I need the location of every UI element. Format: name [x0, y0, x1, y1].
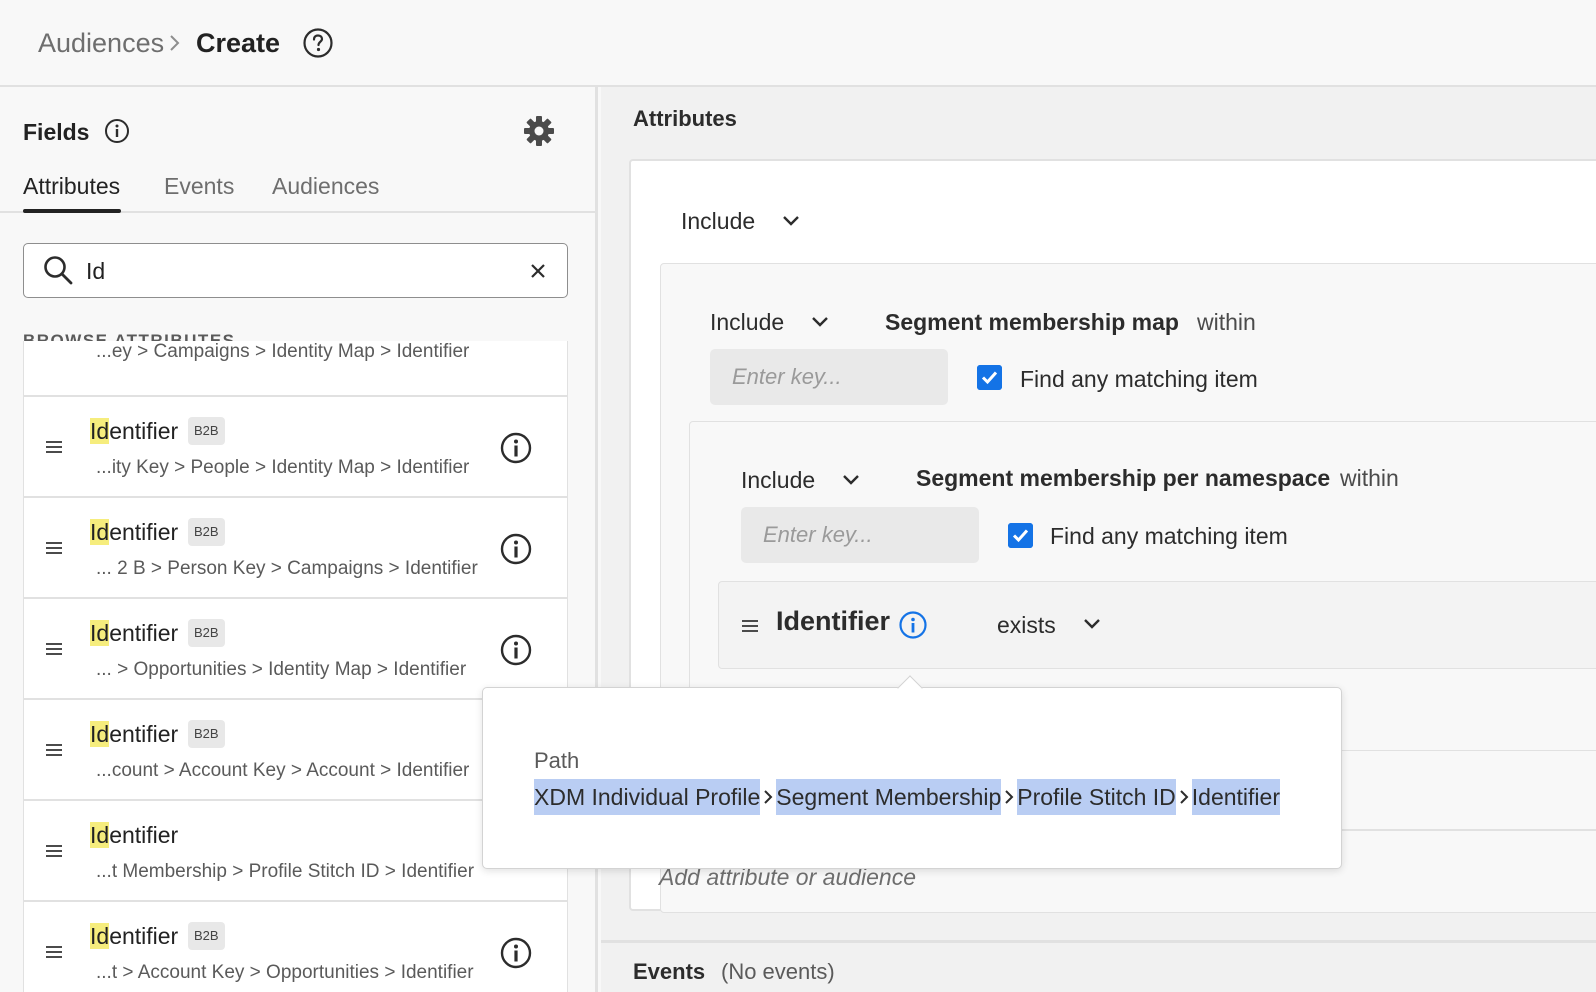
drag-handle-icon[interactable] — [44, 642, 64, 656]
path-segment: Profile Stitch ID — [1017, 779, 1176, 815]
list-item[interactable]: Identifier B2B ... 2 B > Person Key > Ca… — [23, 497, 568, 598]
condition-field-name: Identifier — [776, 606, 891, 636]
clear-icon[interactable] — [527, 260, 549, 282]
b2b-badge: B2B — [188, 720, 225, 748]
b2b-badge: B2B — [188, 619, 225, 647]
chevron-right-icon — [760, 778, 776, 816]
info-icon[interactable] — [898, 610, 928, 640]
list-item[interactable]: Identifier B2B ...ity Key > People > Ide… — [23, 396, 568, 497]
segment-membership-map-title: Segment membership map — [885, 309, 1179, 335]
breadcrumb-audiences[interactable]: Audiences — [38, 28, 164, 59]
help-icon[interactable] — [302, 27, 334, 59]
breadcrumb-create: Create — [196, 28, 281, 58]
chevron-down-icon[interactable] — [811, 316, 829, 328]
attributes-heading: Attributes — [633, 106, 737, 131]
chevron-right-icon — [170, 35, 180, 51]
item-title: Identifier — [90, 418, 179, 444]
info-icon[interactable] — [104, 118, 130, 144]
item-path: ...t Membership > Profile Stitch ID > Id… — [96, 861, 475, 882]
list-item[interactable]: ...ey > Campaigns > Identity Map > Ident… — [23, 341, 568, 396]
include-dropdown[interactable]: Include — [741, 467, 815, 494]
item-path: ...t > Account Key > Opportunities > Ide… — [96, 962, 474, 983]
item-title: Identifier — [90, 620, 179, 646]
path-breadcrumb: XDM Individual Profile Segment Membershi… — [534, 778, 1280, 816]
within-label: within — [1340, 465, 1399, 491]
operator-dropdown[interactable]: exists — [997, 612, 1056, 639]
drag-handle-icon[interactable] — [44, 440, 64, 454]
chevron-down-icon[interactable] — [782, 215, 800, 227]
key-input[interactable] — [741, 507, 979, 563]
top-bar: Audiences Create — [0, 0, 1596, 87]
drag-handle-icon[interactable] — [44, 541, 64, 555]
info-icon[interactable] — [499, 431, 533, 465]
events-status: (No events) — [721, 959, 835, 984]
path-label: Path — [534, 748, 580, 773]
chevron-right-icon — [1001, 778, 1017, 816]
find-any-matching-label: Find any matching item — [1020, 366, 1258, 392]
item-title: Identifier — [90, 721, 179, 747]
tab-attributes[interactable]: Attributes — [23, 173, 120, 200]
key-input[interactable] — [710, 349, 948, 405]
item-path: ...ey > Campaigns > Identity Map > Ident… — [96, 341, 470, 362]
events-divider — [601, 940, 1596, 943]
item-path: ...count > Account Key > Account > Ident… — [96, 760, 470, 781]
search-field — [23, 243, 568, 298]
chevron-down-icon[interactable] — [842, 474, 860, 486]
chevron-down-icon[interactable] — [1083, 618, 1101, 630]
condition-row: Identifier exists — [718, 581, 1596, 669]
b2b-badge: B2B — [188, 417, 225, 445]
info-icon[interactable] — [499, 936, 533, 970]
item-title: Identifier — [90, 519, 179, 545]
gear-icon[interactable] — [522, 114, 556, 148]
active-tab-indicator — [23, 209, 121, 213]
within-label: within — [1197, 309, 1256, 335]
item-path: ... 2 B > Person Key > Campaigns > Ident… — [96, 558, 478, 579]
tab-audiences[interactable]: Audiences — [272, 173, 379, 200]
checkbox-checked-icon[interactable] — [1008, 523, 1033, 548]
fields-title: Fields — [23, 119, 90, 145]
path-segment: Segment Membership — [776, 779, 1002, 815]
drag-handle-icon[interactable] — [44, 945, 64, 959]
info-icon[interactable] — [499, 532, 533, 566]
tab-events[interactable]: Events — [164, 173, 234, 200]
path-segment: XDM Individual Profile — [534, 779, 761, 815]
drag-handle-icon[interactable] — [740, 619, 760, 633]
b2b-badge: B2B — [188, 922, 225, 950]
drag-handle-icon[interactable] — [44, 844, 64, 858]
chevron-right-icon — [1176, 778, 1192, 816]
events-heading: Events — [633, 959, 706, 984]
checkbox-checked-icon[interactable] — [977, 365, 1002, 390]
find-any-matching-label: Find any matching item — [1050, 523, 1288, 549]
list-item[interactable]: Identifier B2B ... > Opportunities > Ide… — [23, 598, 568, 699]
item-path: ...ity Key > People > Identity Map > Ide… — [96, 457, 470, 478]
path-segment: Identifier — [1191, 779, 1280, 815]
b2b-badge: B2B — [188, 518, 225, 546]
item-path: ... > Opportunities > Identity Map > Ide… — [96, 659, 467, 680]
drag-handle-icon[interactable] — [44, 743, 64, 757]
include-dropdown[interactable]: Include — [710, 309, 784, 336]
search-input[interactable] — [86, 256, 506, 286]
outer-include-dropdown[interactable]: Include — [681, 208, 755, 235]
segment-membership-namespace-title: Segment membership per namespace — [916, 465, 1331, 491]
search-icon — [44, 256, 73, 285]
list-item[interactable]: Identifier B2B ...t > Account Key > Oppo… — [23, 901, 568, 992]
item-title: Identifier — [90, 923, 179, 949]
path-popover: Path XDM Individual Profile Segment Memb… — [482, 675, 1342, 869]
info-icon[interactable] — [499, 633, 533, 667]
item-title: Identifier — [90, 822, 179, 848]
